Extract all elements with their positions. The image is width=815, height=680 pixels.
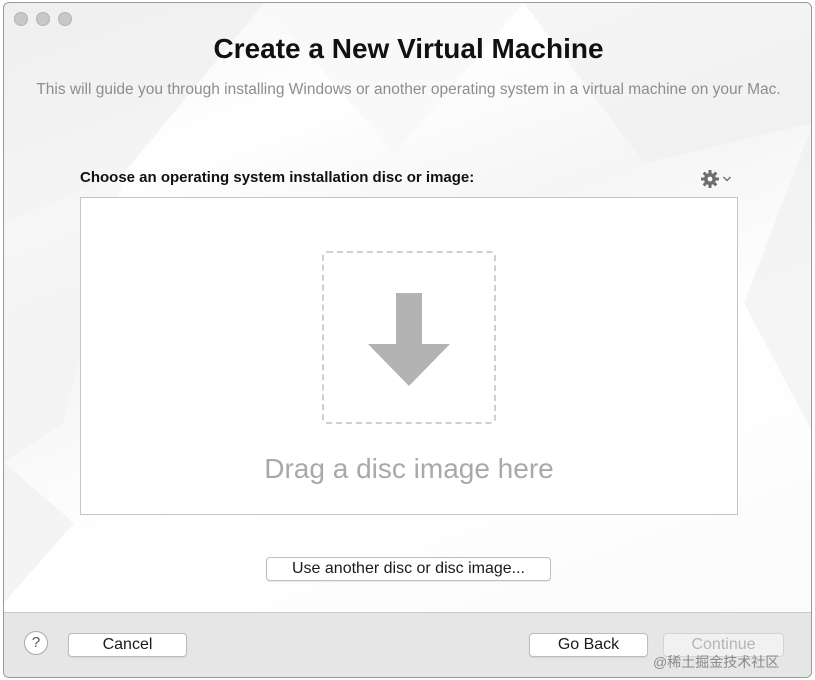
drop-hint-text: Drag a disc image here xyxy=(264,453,554,484)
close-window-button[interactable] xyxy=(14,12,28,26)
watermark-text: @稀土掘金技术社区 xyxy=(653,654,780,670)
window-controls xyxy=(14,12,72,26)
help-button[interactable]: ? xyxy=(24,631,48,655)
minimize-window-button[interactable] xyxy=(36,12,50,26)
go-back-button[interactable]: Go Back xyxy=(529,633,648,657)
gear-menu-button[interactable] xyxy=(700,168,740,190)
page-title: Create a New Virtual Machine xyxy=(213,33,604,64)
cancel-button[interactable]: Cancel xyxy=(68,633,187,657)
gear-icon xyxy=(701,170,719,188)
drop-target-outline xyxy=(322,251,496,424)
zoom-window-button[interactable] xyxy=(58,12,72,26)
vm-assistant-window: Create a New Virtual Machine This will g… xyxy=(3,2,812,678)
down-arrow-icon xyxy=(368,293,450,386)
disc-image-drop-zone[interactable]: Drag a disc image here xyxy=(80,197,738,515)
chevron-down-icon xyxy=(723,176,731,182)
use-another-disc-button[interactable]: Use another disc or disc image... xyxy=(266,557,551,581)
choose-os-label: Choose an operating system installation … xyxy=(80,169,475,186)
page-subtitle: This will guide you through installing W… xyxy=(36,81,781,98)
